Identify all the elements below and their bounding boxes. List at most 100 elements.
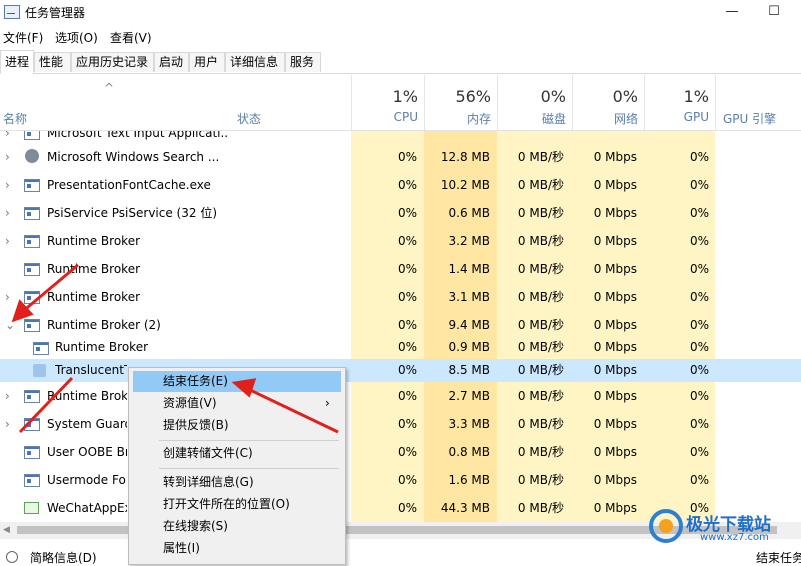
menu-item-end-task[interactable]: 结束任务(E) (133, 371, 341, 392)
network-value: 0 Mbps (593, 318, 637, 332)
column-memory[interactable]: 56% 内存 (424, 75, 497, 130)
expand-chevron-icon[interactable]: › (5, 227, 10, 255)
table-row[interactable]: › PsiService PsiService (32 位) 0% 0.6 MB… (0, 199, 801, 227)
column-gpu[interactable]: 1% GPU (644, 75, 715, 130)
memory-value: 1.6 MB (448, 473, 490, 487)
gpu-value: 0% (689, 262, 709, 276)
expand-chevron-icon[interactable]: › (5, 143, 10, 171)
tab-services[interactable]: 服务 (285, 52, 321, 72)
tab-users[interactable]: 用户 (189, 52, 225, 72)
expand-chevron-icon[interactable]: › (5, 283, 10, 311)
menu-item-create-dump[interactable]: 创建转储文件(C) (133, 443, 341, 464)
menu-item-label: 属性(I) (163, 541, 200, 555)
menu-item-resource-values[interactable]: 资源值(V) › (133, 393, 341, 414)
watermark-url: www.xz7.com (700, 532, 769, 543)
menu-options[interactable]: 选项(O) (55, 29, 98, 46)
table-row-selected[interactable]: TranslucentT 0% 8.5 MB 0 MB/秒 0 Mbps 0% (0, 359, 801, 382)
table-row[interactable]: ⌄ Runtime Broker (2) 0% 9.4 MB 0 MB/秒 0 … (0, 311, 801, 339)
table-row[interactable]: Usermode Fo 0% 1.6 MB 0 MB/秒 0 Mbps 0% (0, 466, 801, 494)
network-label: 网络 (613, 112, 638, 126)
network-value: 0 Mbps (593, 501, 637, 515)
watermark-logo-icon (649, 509, 683, 543)
gpu-value: 0% (689, 473, 709, 487)
table-row[interactable]: Runtime Broker 0% 1.4 MB 0 MB/秒 0 Mbps 0… (0, 255, 801, 283)
tab-bar: 进程 性能 应用历史记录 启动 用户 详细信息 服务 (0, 50, 801, 74)
memory-total: 56% (455, 87, 491, 106)
tab-details[interactable]: 详细信息 (225, 52, 285, 72)
tab-performance[interactable]: 性能 (34, 52, 71, 72)
gpu-value: 0% (689, 318, 709, 332)
process-icon (24, 263, 40, 276)
collapse-circle-icon[interactable] (6, 551, 18, 563)
column-network[interactable]: 0% 网络 (572, 75, 644, 130)
expand-chevron-icon[interactable]: › (5, 382, 10, 410)
gpu-value: 0% (689, 290, 709, 304)
menu-item-go-to-details[interactable]: 转到详细信息(G) (133, 472, 341, 493)
tab-app-history[interactable]: 应用历史记录 (71, 52, 154, 72)
memory-value: 10.2 MB (440, 178, 490, 192)
disk-value: 0 MB/秒 (517, 445, 564, 459)
disk-label: 磁盘 (541, 112, 566, 126)
network-value: 0 Mbps (593, 445, 637, 459)
fewer-details-link[interactable]: 简略信息(D) (30, 549, 97, 566)
gpu-value: 0% (689, 234, 709, 248)
menu-item-label: 结束任务(E) (163, 374, 228, 388)
process-icon (24, 291, 40, 304)
cpu-value: 0% (397, 417, 417, 431)
memory-value: 44.3 MB (440, 501, 490, 515)
network-value: 0 Mbps (593, 417, 637, 431)
menu-file[interactable]: 文件(F) (3, 29, 43, 46)
disk-value: 0 MB/秒 (517, 363, 564, 377)
process-icon (24, 179, 40, 192)
menu-item-search-online[interactable]: 在线搜索(S) (133, 516, 341, 537)
cpu-total: 1% (392, 87, 418, 106)
table-row-child[interactable]: Runtime Broker 0% 0.9 MB 0 MB/秒 0 Mbps 0… (0, 336, 801, 359)
menu-item-open-file-location[interactable]: 打开文件所在的位置(O) (133, 494, 341, 515)
table-row[interactable]: User OOBE Br 0% 0.8 MB 0 MB/秒 0 Mbps 0% (0, 438, 801, 466)
table-row[interactable]: › Runtime Broker 0% 3.1 MB 0 MB/秒 0 Mbps… (0, 283, 801, 311)
cpu-value: 0% (397, 473, 417, 487)
gpu-total: 1% (683, 87, 709, 106)
column-name[interactable]: 名称 (3, 110, 27, 127)
network-value: 0 Mbps (593, 290, 637, 304)
disk-value: 0 MB/秒 (517, 501, 564, 515)
tab-processes[interactable]: 进程 (0, 50, 34, 74)
table-row[interactable]: › System Guard 0% 3.3 MB 0 MB/秒 0 Mbps 0… (0, 410, 801, 438)
memory-label: 内存 (466, 112, 491, 126)
disk-value: 0 MB/秒 (517, 262, 564, 276)
table-row[interactable]: › Runtime Brok 0% 2.7 MB 0 MB/秒 0 Mbps 0… (0, 382, 801, 410)
menu-separator (159, 468, 339, 469)
disk-value: 0 MB/秒 (517, 417, 564, 431)
scroll-left-icon[interactable]: ◀ (3, 522, 10, 539)
cpu-value: 0% (397, 389, 417, 403)
expand-chevron-icon[interactable]: › (5, 410, 10, 438)
column-disk[interactable]: 0% 磁盘 (497, 75, 572, 130)
gpu-value: 0% (689, 340, 709, 354)
collapse-chevron-icon[interactable]: ⌄ (5, 311, 15, 339)
menu-item-properties[interactable]: 属性(I) (133, 538, 341, 559)
minimize-button[interactable]: — (709, 0, 755, 26)
process-name: WeChatAppEx (47, 501, 127, 515)
expand-chevron-icon[interactable]: › (5, 171, 10, 199)
cpu-value: 0% (397, 262, 417, 276)
menu-view[interactable]: 查看(V) (110, 29, 152, 46)
column-cpu[interactable]: 1% CPU (351, 75, 424, 130)
maximize-button[interactable]: ☐ (751, 0, 797, 26)
process-icon (24, 235, 40, 248)
process-name: Runtime Broker (2) (47, 318, 161, 332)
expand-chevron-icon[interactable]: › (5, 199, 10, 227)
menu-item-feedback[interactable]: 提供反馈(B) (133, 415, 341, 436)
end-task-button[interactable]: 结束任务 (756, 549, 801, 566)
table-row[interactable]: › Runtime Broker 0% 3.2 MB 0 MB/秒 0 Mbps… (0, 227, 801, 255)
table-row[interactable]: › Microsoft Windows Search ... 0% 12.8 M… (0, 143, 801, 171)
process-name: System Guard (47, 417, 127, 431)
memory-value: 0.6 MB (448, 206, 490, 220)
network-value: 0 Mbps (593, 150, 637, 164)
disk-total: 0% (540, 87, 566, 106)
process-name: User OOBE Br (47, 445, 127, 459)
network-value: 0 Mbps (593, 234, 637, 248)
table-row[interactable]: › PresentationFontCache.exe 0% 10.2 MB 0… (0, 171, 801, 199)
process-name: TranslucentT (55, 363, 127, 377)
tab-startup[interactable]: 启动 (154, 52, 189, 72)
column-gpu-engine[interactable]: GPU 引擎 (715, 75, 801, 130)
